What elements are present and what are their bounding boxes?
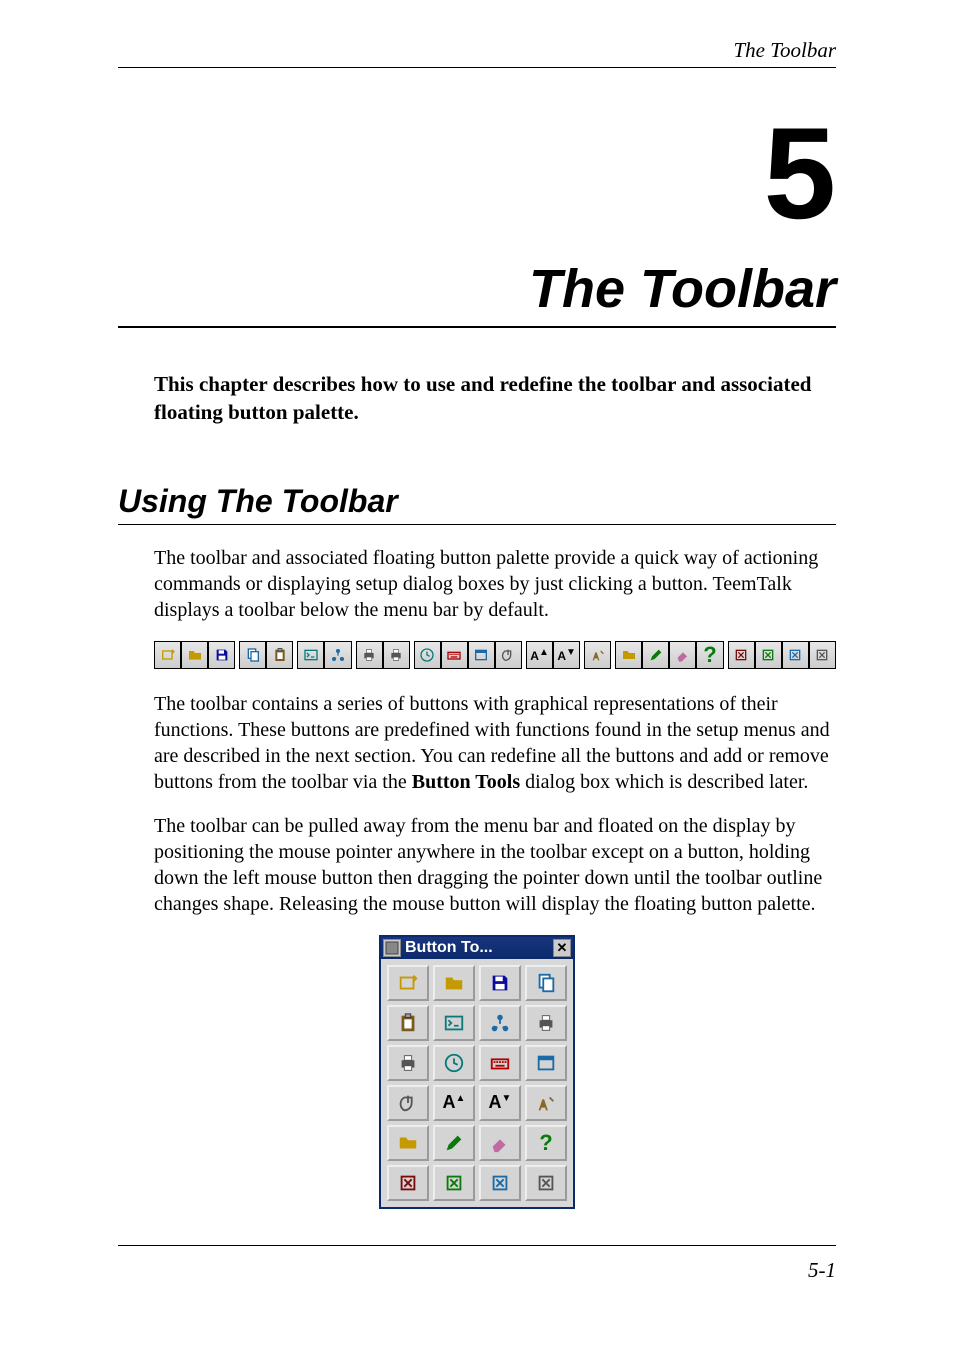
copy-icon[interactable] [239,641,266,669]
folder-icon[interactable] [615,641,642,669]
eraser-icon[interactable] [669,641,696,669]
chapter-title: The Toolbar [118,258,836,320]
tool-1-icon[interactable] [387,1165,429,1201]
palette-title-text: Button To... [405,939,553,957]
tool-2-icon[interactable] [755,641,782,669]
button-tools-term: Button Tools [412,771,520,793]
clock-icon[interactable] [433,1045,475,1081]
edit-icon[interactable] [642,641,669,669]
chapter-intro: This chapter describes how to use and re… [154,370,836,427]
font-increase-icon[interactable]: A▲ [433,1085,475,1121]
mouse-icon[interactable] [387,1085,429,1121]
tool-4-icon[interactable] [525,1165,567,1201]
folder-icon[interactable] [387,1125,429,1161]
clock-icon[interactable] [414,641,441,669]
tool-3-icon[interactable] [782,641,809,669]
new-session-icon[interactable] [154,641,181,669]
paragraph-2-b: dialog box which is described later. [520,771,808,793]
tool-4-icon[interactable] [809,641,836,669]
new-session-icon[interactable] [387,965,429,1001]
palette-grid: A▲A▼? [381,959,573,1207]
attributes-icon[interactable] [584,641,611,669]
chapter-number: 5 [118,108,836,238]
open-icon[interactable] [181,641,208,669]
print-icon[interactable] [383,641,410,669]
print-setup-icon[interactable] [356,641,383,669]
font-decrease-icon[interactable]: A▼ [553,641,580,669]
paragraph-3: The toolbar can be pulled away from the … [154,813,836,917]
font-decrease-icon[interactable]: A▼ [479,1085,521,1121]
tool-3-icon[interactable] [479,1165,521,1201]
save-icon[interactable] [479,965,521,1001]
section-rule [118,524,836,525]
window-icon[interactable] [525,1045,567,1081]
print-setup-icon[interactable] [525,1005,567,1041]
palette-system-icon[interactable] [383,939,401,957]
print-icon[interactable] [387,1045,429,1081]
save-icon[interactable] [208,641,235,669]
paragraph-2: The toolbar contains a series of buttons… [154,691,836,795]
footer-rule [118,1245,836,1246]
attributes-icon[interactable] [525,1085,567,1121]
help-icon[interactable]: ? [696,641,723,669]
page-number: 5-1 [118,1258,836,1283]
mouse-icon[interactable] [495,641,522,669]
title-rule [118,326,836,328]
keyboard-icon[interactable] [441,641,468,669]
top-rule [118,67,836,68]
close-icon[interactable]: ✕ [553,939,571,957]
copy-icon[interactable] [525,965,567,1001]
network-icon[interactable] [479,1005,521,1041]
keyboard-icon[interactable] [479,1045,521,1081]
toolbar-strip: A▲A▼? [154,641,836,669]
paste-icon[interactable] [266,641,293,669]
palette-titlebar[interactable]: Button To... ✕ [381,937,573,959]
eraser-icon[interactable] [479,1125,521,1161]
tool-2-icon[interactable] [433,1165,475,1201]
edit-icon[interactable] [433,1125,475,1161]
tool-1-icon[interactable] [728,641,755,669]
terminal-settings-icon[interactable] [433,1005,475,1041]
help-icon[interactable]: ? [525,1125,567,1161]
font-increase-icon[interactable]: A▲ [526,641,553,669]
network-icon[interactable] [324,641,351,669]
paste-icon[interactable] [387,1005,429,1041]
running-head: The Toolbar [118,38,836,63]
floating-button-palette[interactable]: Button To... ✕ A▲A▼? [379,935,575,1209]
section-heading: Using The Toolbar [118,483,836,520]
window-icon[interactable] [468,641,495,669]
open-icon[interactable] [433,965,475,1001]
terminal-settings-icon[interactable] [297,641,324,669]
paragraph-1: The toolbar and associated floating butt… [154,545,836,623]
